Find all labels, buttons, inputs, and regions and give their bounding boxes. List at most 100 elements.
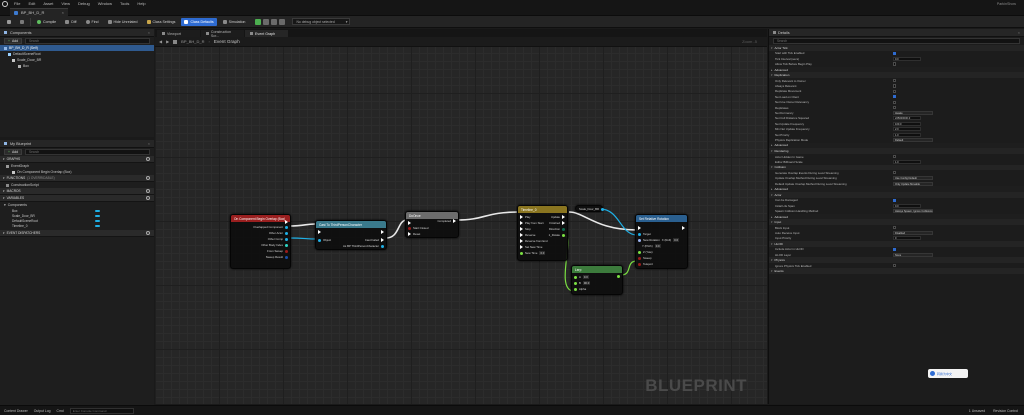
pin-reverse-from-end[interactable]: Reverse from End <box>520 239 548 243</box>
property-input[interactable]: 2.0 <box>893 127 921 132</box>
property-checkbox[interactable] <box>893 264 897 268</box>
menu-debug[interactable]: Debug <box>74 0 94 8</box>
translate-badge[interactable]: 转换为中文 <box>928 369 968 378</box>
pin-direction[interactable]: Direction <box>549 227 565 231</box>
pin-exec-out[interactable] <box>682 226 685 230</box>
lerp-b-field[interactable]: 90.0 <box>582 281 591 285</box>
pin-exec-in[interactable] <box>408 221 411 225</box>
property-input[interactable]: 1.0 <box>893 132 921 137</box>
pin-sweep[interactable]: Sweep <box>638 256 652 260</box>
pin-play[interactable]: Play <box>520 215 530 219</box>
node-on-component-begin-overlap[interactable]: On Component Begin Overlap (Box) Overlap… <box>230 214 291 269</box>
lerp-a-field[interactable]: 0.0 <box>582 275 589 279</box>
cmd-dropdown[interactable]: Cmd <box>57 409 64 413</box>
property-checkbox[interactable] <box>893 62 897 66</box>
diff-button[interactable]: Diff <box>62 18 79 26</box>
variables-category[interactable]: ▾ VARIABLES <box>0 195 154 202</box>
property-select[interactable]: Disabled <box>893 231 933 235</box>
hide-unrelated-button[interactable]: Hide Unrelated <box>105 18 141 26</box>
roll-field[interactable]: 0.0 <box>673 238 680 242</box>
pin-exec-out[interactable] <box>285 220 288 224</box>
node-do-once[interactable]: DoOnce Start Closed Reset Completed <box>405 211 459 238</box>
property-checkbox[interactable] <box>893 51 897 55</box>
pin-pitch[interactable]: Y (Pitch) 0.0 <box>642 244 661 248</box>
tab-construction-script[interactable]: Construction Scr... <box>201 30 244 38</box>
pin-b[interactable]: B 90.0 <box>574 281 591 285</box>
class-defaults-button[interactable]: Class Defaults <box>181 17 217 26</box>
property-checkbox[interactable] <box>893 84 897 88</box>
pin-set-new-time[interactable]: Set New Time <box>520 245 542 249</box>
find-button[interactable]: Find <box>83 18 102 26</box>
close-icon[interactable]: × <box>148 142 150 146</box>
property-checkbox[interactable] <box>893 106 897 110</box>
graphs-category[interactable]: ▾ GRAPHS <box>0 156 154 163</box>
pin-finished[interactable]: Finished <box>549 221 565 225</box>
menu-window[interactable]: Window <box>94 0 116 8</box>
menu-view[interactable]: View <box>57 0 74 8</box>
step-icon[interactable] <box>263 18 270 25</box>
property-checkbox[interactable] <box>893 171 897 175</box>
pin-return[interactable] <box>617 275 620 278</box>
pin-exec-out[interactable] <box>381 230 384 234</box>
node-lerp[interactable]: Lerp A 0.0 B 90.0 Alpha <box>571 265 623 295</box>
my-blueprint-search-input[interactable]: Search <box>25 149 150 155</box>
pin-yaw[interactable]: Z (Yaw) <box>638 250 653 254</box>
console-command-input[interactable]: Enter Console Command <box>69 407 134 414</box>
pin-completed[interactable]: Completed <box>437 219 456 223</box>
dispatchers-category[interactable]: ▾ EVENT DISPATCHERS <box>0 230 154 237</box>
forward-arrow-icon[interactable]: ▶ <box>166 39 169 44</box>
property-select[interactable]: Awake <box>893 110 933 115</box>
pin-other-comp[interactable]: Other Comp <box>268 237 288 241</box>
asset-tab[interactable]: BP_BH_D_R × <box>10 8 68 16</box>
pin-play-from-start[interactable]: Play from Start <box>520 221 544 225</box>
pin-cast-failed[interactable]: Cast Failed <box>365 238 384 242</box>
new-time-field[interactable]: 0.0 <box>539 251 546 255</box>
property-checkbox[interactable] <box>893 154 897 159</box>
node-get-scale-door[interactable]: Scale_Door_BR <box>575 205 605 212</box>
pin-new-rotation[interactable]: New Rotation X (Roll) 0.0 <box>638 238 680 242</box>
macros-category[interactable]: ▾ MACROS <box>0 188 154 195</box>
property-input[interactable]: 1.0 <box>893 159 921 164</box>
property-input[interactable]: 0.0 <box>893 203 921 208</box>
breadcrumb-root[interactable]: BP_BH_D_R <box>181 39 204 44</box>
pin-as-character[interactable]: As BP ThirdPersonCharacter <box>343 244 384 248</box>
class-settings-button[interactable]: Class Settings <box>144 18 179 26</box>
pin-a[interactable]: A 0.0 <box>574 275 589 279</box>
output-log-button[interactable]: Output Log <box>34 409 51 413</box>
browse-button[interactable] <box>17 18 27 26</box>
menu-help[interactable]: Help <box>133 0 149 8</box>
menu-edit[interactable]: Edit <box>24 0 39 8</box>
property-checkbox[interactable] <box>893 100 897 104</box>
pin-reverse[interactable]: Reverse <box>520 233 535 237</box>
add-function-icon[interactable] <box>146 176 150 180</box>
pause-icon[interactable] <box>271 18 278 25</box>
menu-file[interactable]: File <box>10 0 24 8</box>
property-select[interactable]: Default <box>893 137 933 142</box>
add-member-button[interactable]: + Add <box>4 149 23 155</box>
node-set-relative-rotation[interactable]: Set Relative Rotation Target New Rotatio… <box>635 214 688 269</box>
property-select[interactable]: Only Update Movable <box>893 181 933 186</box>
property-checkbox[interactable] <box>893 89 897 94</box>
pin-alpha[interactable]: Alpha <box>574 287 586 291</box>
pin-target[interactable]: Target <box>638 232 651 236</box>
pin-from-sweep[interactable]: From Sweep <box>267 249 288 253</box>
menu-tools[interactable]: Tools <box>116 0 133 8</box>
property-checkbox[interactable] <box>893 226 897 230</box>
close-icon[interactable]: × <box>1018 31 1020 35</box>
pin-teleport[interactable]: Teleport <box>638 262 653 266</box>
property-select[interactable]: Use Config Default <box>893 176 933 181</box>
components-search-input[interactable]: Search <box>25 38 150 44</box>
compile-button[interactable]: Compile <box>34 18 59 26</box>
simulation-button[interactable]: Simulation <box>220 18 249 26</box>
pin-new-time[interactable]: New Time 0.0 <box>520 251 546 255</box>
add-component-button[interactable]: + Add <box>4 38 23 44</box>
property-checkbox[interactable] <box>893 79 897 83</box>
close-icon[interactable]: × <box>62 10 64 15</box>
node-cast-to-character[interactable]: Cast To ThirdPersonCharacter Object Cast… <box>315 220 387 250</box>
pitch-field[interactable]: 0.0 <box>654 244 661 248</box>
details-section[interactable]: ▾ Events <box>769 268 1024 275</box>
debug-object-select[interactable]: No debug object selected ▾ <box>292 18 351 25</box>
event-graph-canvas[interactable]: On Component Begin Overlap (Box) Overlap… <box>155 29 767 404</box>
options-icon[interactable] <box>279 18 286 25</box>
pin-update[interactable]: Update <box>551 215 565 219</box>
